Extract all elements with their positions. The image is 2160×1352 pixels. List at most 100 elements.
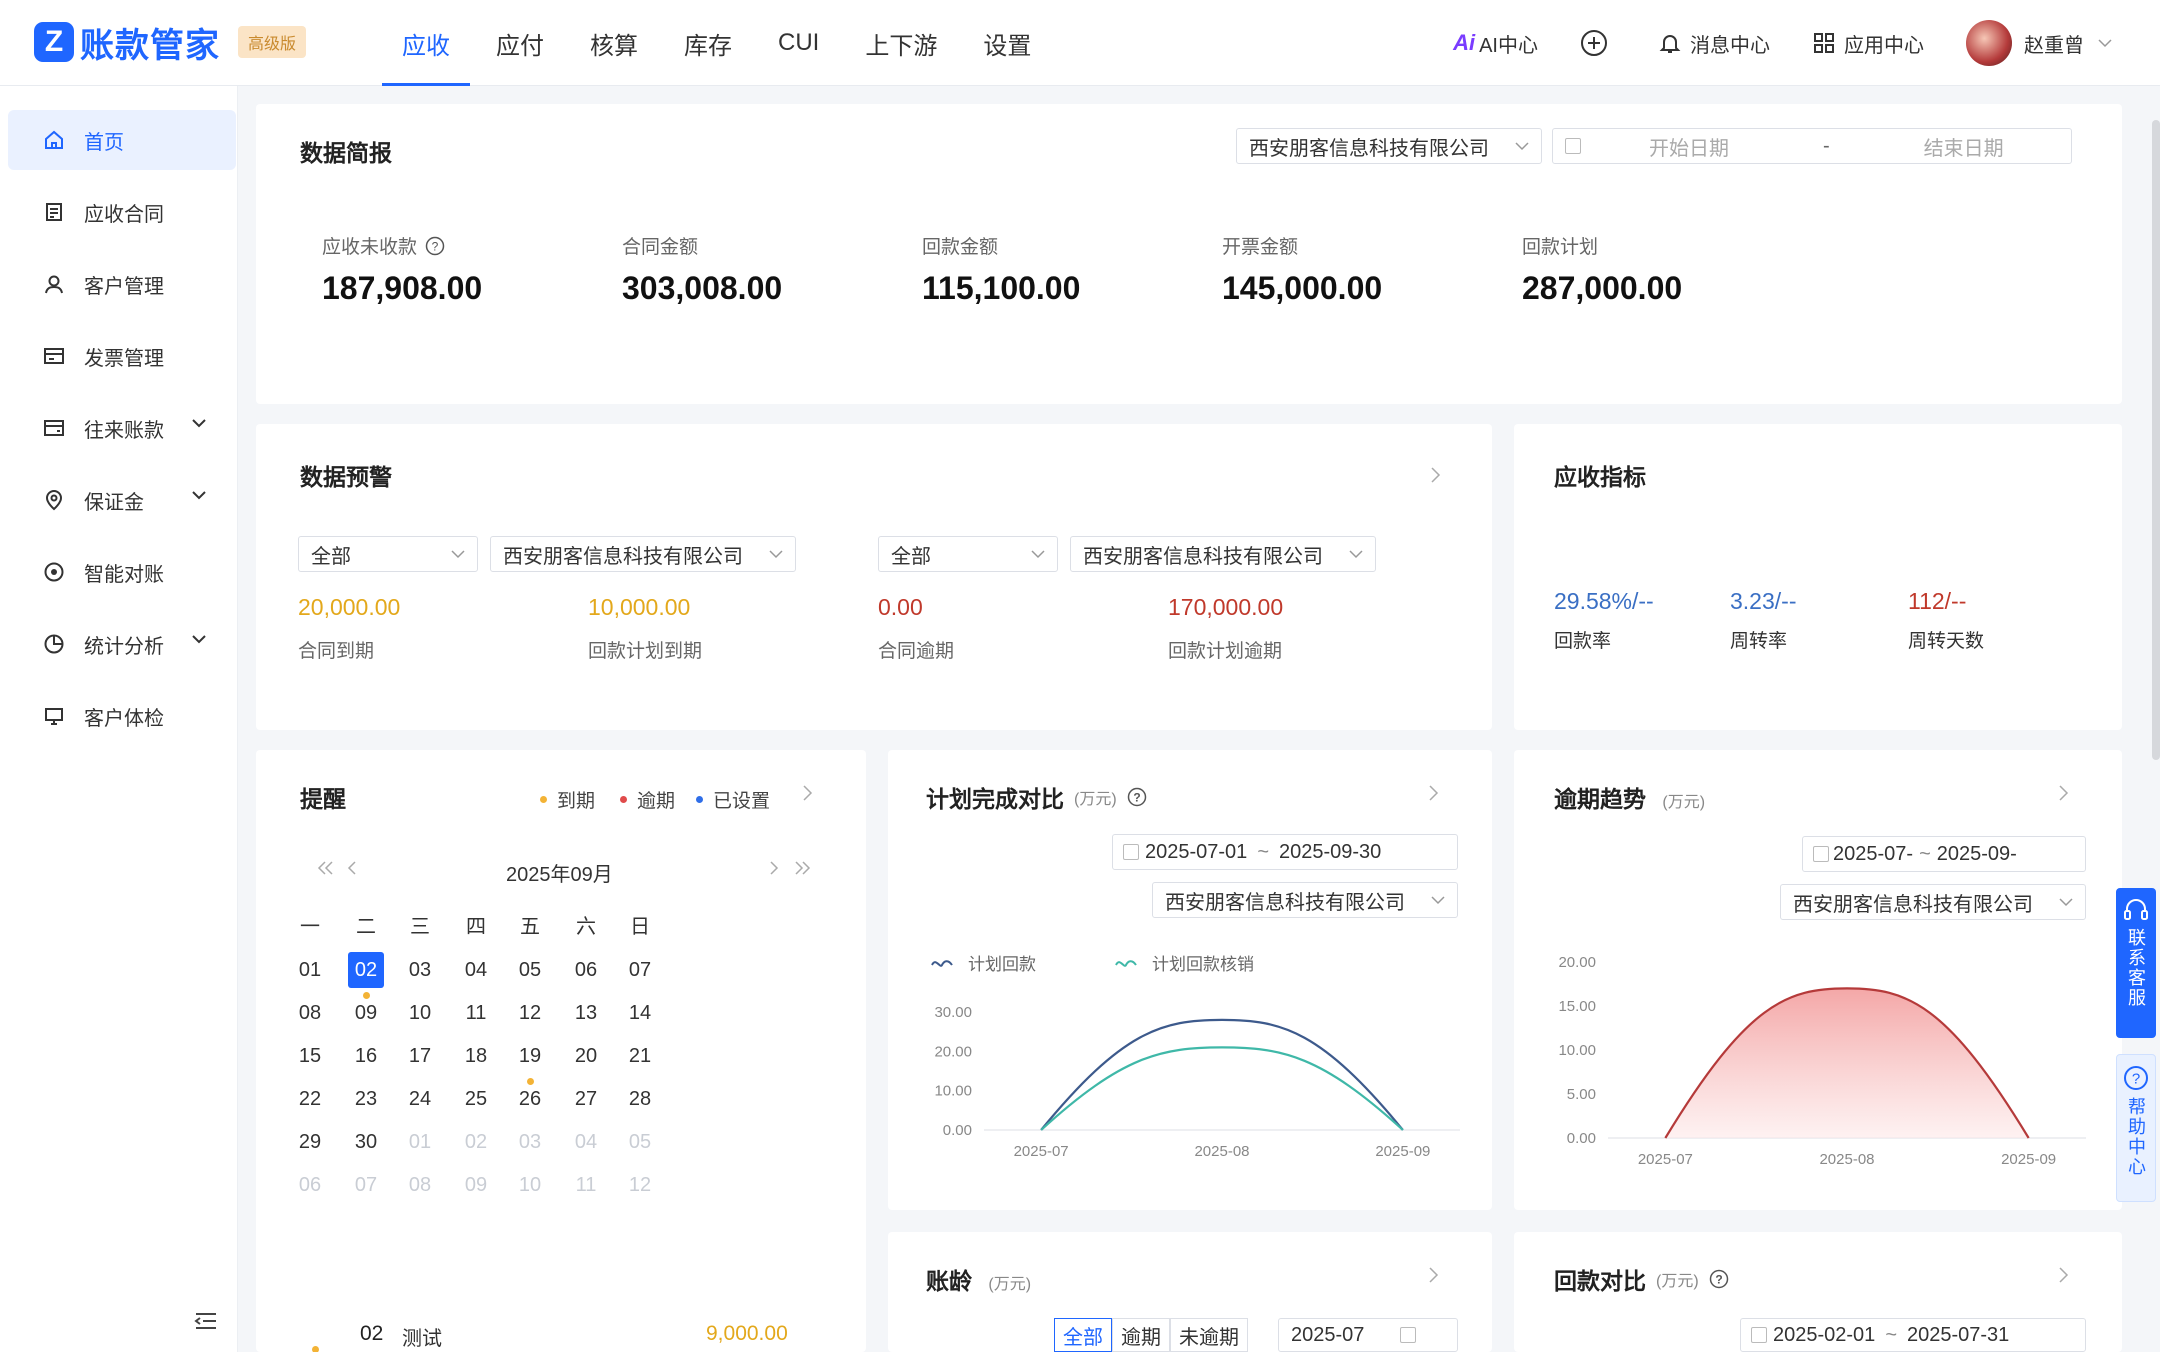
calendar-day[interactable]: 22 xyxy=(292,1081,328,1117)
page-scrollbar[interactable] xyxy=(2152,120,2160,760)
calendar-day[interactable]: 07 xyxy=(348,1167,384,1203)
calendar-day[interactable]: 03 xyxy=(402,952,438,988)
help-icon[interactable]: ? xyxy=(1127,787,1147,807)
plan-legend-2[interactable]: 计划回款核销 xyxy=(1114,950,1254,975)
calendar-day[interactable]: 26 xyxy=(512,1081,548,1117)
calendar-day[interactable]: 16 xyxy=(348,1038,384,1074)
aging-tab-overdue[interactable]: 逾期 xyxy=(1112,1318,1170,1352)
nav-supply-chain[interactable]: 上下游 xyxy=(843,0,959,86)
calendar-day[interactable]: 25 xyxy=(458,1081,494,1117)
calendar-day[interactable]: 11 xyxy=(458,995,494,1031)
calendar-day[interactable]: 15 xyxy=(292,1038,328,1074)
overdue-date-range[interactable]: 2025-07- ~ 2025-09- xyxy=(1802,836,2086,872)
calendar-day[interactable]: 12 xyxy=(622,1167,658,1203)
warning-left-filter[interactable]: 全部 xyxy=(298,536,478,572)
payback-range-start[interactable]: 2025-02-01 xyxy=(1773,1324,1875,1347)
calendar-day[interactable]: 06 xyxy=(292,1167,328,1203)
summary-date-range[interactable]: 开始日期 - 结束日期 xyxy=(1552,128,2072,164)
plan-company-select[interactable]: 西安朋客信息科技有限公司 xyxy=(1152,882,1458,918)
sidebar-item-reconcile[interactable]: 智能对账 xyxy=(8,542,236,602)
warning-contract-overdue-value[interactable]: 0.00 xyxy=(878,594,923,621)
payback-date-range[interactable]: 2025-02-01 ~ 2025-07-31 xyxy=(1740,1318,2086,1352)
plan-range-end[interactable]: 2025-09-30 xyxy=(1279,841,1381,864)
chevron-right-icon[interactable] xyxy=(1428,784,1440,802)
sidebar-item-home[interactable]: 首页 xyxy=(8,110,236,170)
warning-left-company[interactable]: 西安朋客信息科技有限公司 xyxy=(490,536,796,572)
calendar-day[interactable]: 02 xyxy=(458,1124,494,1160)
prev-year-icon[interactable] xyxy=(316,860,336,876)
sidebar-item-invoices[interactable]: 发票管理 xyxy=(8,326,236,386)
plan-range-start[interactable]: 2025-07-01 xyxy=(1145,841,1247,864)
summary-company-select[interactable]: 西安朋客信息科技有限公司 xyxy=(1236,128,1542,164)
calendar-day[interactable]: 18 xyxy=(458,1038,494,1074)
calendar-day[interactable]: 17 xyxy=(402,1038,438,1074)
calendar-day[interactable]: 09 xyxy=(458,1167,494,1203)
calendar-day[interactable]: 03 xyxy=(512,1124,548,1160)
sidebar-item-customers[interactable]: 客户管理 xyxy=(8,254,236,314)
payback-range-end[interactable]: 2025-07-31 xyxy=(1907,1324,2009,1347)
calendar-day[interactable]: 28 xyxy=(622,1081,658,1117)
calendar-day[interactable]: 27 xyxy=(568,1081,604,1117)
calendar-day[interactable]: 13 xyxy=(568,995,604,1031)
calendar-day[interactable]: 05 xyxy=(622,1124,658,1160)
sidebar-item-deposit[interactable]: 保证金 xyxy=(8,470,236,530)
calendar-day[interactable]: 30 xyxy=(348,1124,384,1160)
warning-plan-overdue-value[interactable]: 170,000.00 xyxy=(1168,594,1283,621)
calendar-day[interactable]: 10 xyxy=(402,995,438,1031)
end-date-input[interactable]: 结束日期 xyxy=(1924,132,2004,161)
nav-settings[interactable]: 设置 xyxy=(961,0,1053,86)
nav-cui[interactable]: CUI xyxy=(756,0,841,86)
aging-tab-not-overdue[interactable]: 未逾期 xyxy=(1170,1318,1248,1352)
add-button[interactable] xyxy=(1580,29,1616,57)
help-icon[interactable]: ? xyxy=(425,236,445,256)
contact-service-button[interactable]: 联系客服 xyxy=(2116,888,2156,1038)
calendar-day[interactable]: 24 xyxy=(402,1081,438,1117)
calendar-day[interactable]: 06 xyxy=(568,952,604,988)
calendar-day[interactable]: 04 xyxy=(458,952,494,988)
sidebar-item-ledger[interactable]: 往来账款 xyxy=(8,398,236,458)
calendar-day[interactable]: 09 xyxy=(348,995,384,1031)
message-center-button[interactable]: 消息中心 xyxy=(1658,29,1770,58)
calendar-day[interactable]: 05 xyxy=(512,952,548,988)
help-icon[interactable]: ? xyxy=(1709,1269,1729,1289)
calendar-day[interactable]: 20 xyxy=(568,1038,604,1074)
calendar-day[interactable]: 11 xyxy=(568,1167,604,1203)
nav-receivable[interactable]: 应收 xyxy=(380,0,472,86)
sidebar-item-contracts[interactable]: 应收合同 xyxy=(8,182,236,242)
chevron-right-icon[interactable] xyxy=(2058,784,2070,802)
nav-inventory[interactable]: 库存 xyxy=(662,0,754,86)
calendar-day[interactable]: 08 xyxy=(292,995,328,1031)
app-center-button[interactable]: 应用中心 xyxy=(1812,29,1924,58)
sidebar-item-statistics[interactable]: 统计分析 xyxy=(8,614,236,674)
calendar-day[interactable]: 08 xyxy=(402,1167,438,1203)
nav-accounting[interactable]: 核算 xyxy=(568,0,660,86)
calendar-day[interactable]: 29 xyxy=(292,1124,328,1160)
aging-month-picker[interactable]: 2025-07 xyxy=(1278,1318,1458,1352)
nav-payable[interactable]: 应付 xyxy=(474,0,566,86)
calendar-day[interactable]: 04 xyxy=(568,1124,604,1160)
plan-legend-1[interactable]: 计划回款 xyxy=(930,950,1036,975)
calendar-day[interactable]: 01 xyxy=(292,952,328,988)
calendar-day[interactable]: 02 xyxy=(348,952,384,988)
chevron-right-icon[interactable] xyxy=(802,784,814,802)
calendar-day[interactable]: 01 xyxy=(402,1124,438,1160)
overdue-company-select[interactable]: 西安朋客信息科技有限公司 xyxy=(1780,884,2086,920)
calendar-day[interactable]: 12 xyxy=(512,995,548,1031)
warning-right-filter[interactable]: 全部 xyxy=(878,536,1058,572)
collapse-menu-icon[interactable] xyxy=(194,1311,218,1331)
chevron-right-icon[interactable] xyxy=(1428,1266,1440,1284)
start-date-input[interactable]: 开始日期 xyxy=(1649,132,1729,161)
next-month-icon[interactable] xyxy=(768,860,780,876)
sidebar-item-health-check[interactable]: 客户体检 xyxy=(8,686,236,746)
calendar-day[interactable]: 19 xyxy=(512,1038,548,1074)
calendar-day[interactable]: 14 xyxy=(622,995,658,1031)
overdue-range-start[interactable]: 2025-07- xyxy=(1833,843,1913,866)
help-center-button[interactable]: ? 帮助中心 xyxy=(2116,1054,2156,1202)
app-logo[interactable]: Z 账款管家 高级版 xyxy=(34,20,307,65)
reminder-entry-text[interactable]: 测试 xyxy=(402,1322,442,1351)
next-year-icon[interactable] xyxy=(792,860,812,876)
plan-date-range[interactable]: 2025-07-01 ~ 2025-09-30 xyxy=(1112,834,1458,870)
chevron-right-icon[interactable] xyxy=(1430,466,1442,484)
calendar-day[interactable]: 21 xyxy=(622,1038,658,1074)
calendar-day[interactable]: 07 xyxy=(622,952,658,988)
